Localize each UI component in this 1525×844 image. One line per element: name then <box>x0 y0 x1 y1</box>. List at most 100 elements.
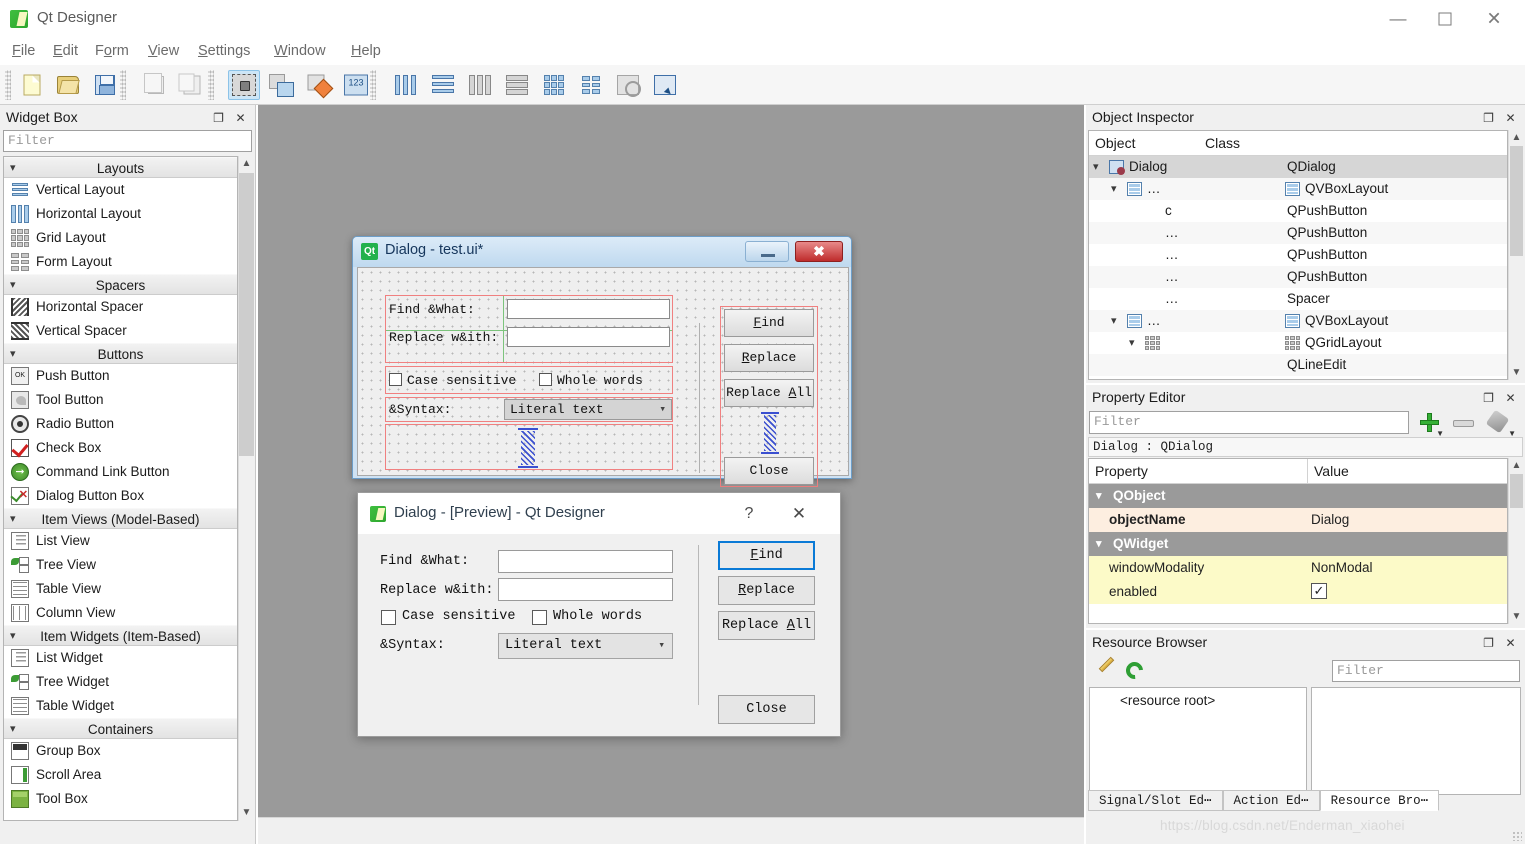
widget-group-layouts[interactable]: ▾ Layouts <box>4 157 237 178</box>
field-label-find-what[interactable]: Find &What: <box>389 302 475 317</box>
paste-button[interactable] <box>176 70 208 100</box>
widget-item-check-box[interactable]: Check Box <box>4 436 237 460</box>
edit-widgets-button[interactable] <box>228 70 260 100</box>
widget-box-filter-input[interactable]: Filter <box>3 130 252 152</box>
syntax-label[interactable]: &Syntax: <box>389 402 451 417</box>
object-inspector-float-button[interactable]: ❐ <box>1480 109 1497 126</box>
resource-preview-pane[interactable] <box>1311 687 1521 795</box>
remove-dynamic-property-button[interactable] <box>1452 410 1478 436</box>
chevron-down-icon[interactable]: ▾ <box>1096 532 1102 556</box>
menu-form[interactable]: Form <box>93 41 131 62</box>
whole-words-label[interactable]: Whole words <box>557 373 643 388</box>
configure-property-editor-button[interactable]: ▼ <box>1485 409 1516 438</box>
scroll-down-arrow-icon[interactable]: ▼ <box>239 805 254 821</box>
widget-box-list[interactable]: ▾ Layouts Vertical Layout Horizontal Layout… <box>3 156 238 821</box>
preview-help-button[interactable]: ? <box>736 503 762 525</box>
widget-item-group-box[interactable]: Group Box <box>4 739 237 763</box>
widget-item-grid-layout[interactable]: Grid Layout <box>4 226 237 250</box>
property-editor-filter-input[interactable]: Filter <box>1089 411 1409 434</box>
case-sensitive-checkbox[interactable] <box>389 373 402 386</box>
find-button[interactable]: Find <box>724 309 814 337</box>
preview-replace-all-button[interactable]: Replace All <box>718 611 815 640</box>
scrollbar-thumb[interactable] <box>1510 474 1523 508</box>
widget-item-column-view[interactable]: Column View <box>4 601 237 625</box>
widget-item-scroll-area[interactable]: Scroll Area <box>4 763 237 787</box>
preview-window-titlebar[interactable]: Dialog - [Preview] - Qt Designer ? ✕ <box>358 493 840 534</box>
break-layout-button[interactable] <box>612 70 644 100</box>
column-header-property[interactable]: Property <box>1089 459 1307 483</box>
vertical-spacer-left[interactable] <box>518 428 538 468</box>
widget-group-item-widgets-item-based[interactable]: ▾ Item Widgets (Item-Based) <box>4 625 237 646</box>
property-section-qwidget[interactable]: ▾ QWidget <box>1089 532 1507 556</box>
resource-tree-pane[interactable]: <resource root> <box>1089 687 1307 795</box>
preview-window[interactable]: Dialog - [Preview] - Qt Designer ? ✕ Fin… <box>357 492 841 737</box>
preview-close-button[interactable]: ✕ <box>786 503 812 525</box>
widget-item-table-view[interactable]: Table View <box>4 577 237 601</box>
whole-words-checkbox[interactable] <box>539 373 552 386</box>
property-row-windowModality[interactable]: windowModality NonModal <box>1089 556 1507 580</box>
widget-group-containers[interactable]: ▾ Containers <box>4 718 237 739</box>
scroll-down-arrow-icon[interactable]: ▼ <box>1509 365 1524 380</box>
object-inspector-row[interactable]: … QPushButton <box>1089 266 1507 288</box>
resource-browser-filter-input[interactable]: Filter <box>1332 660 1520 682</box>
tab-action-editor[interactable]: Action Ed⋯ <box>1222 790 1320 811</box>
scroll-up-arrow-icon[interactable]: ▲ <box>1509 458 1524 473</box>
object-inspector-row[interactable]: QLineEdit <box>1089 354 1507 376</box>
widget-item-table-widget[interactable]: Table Widget <box>4 694 237 718</box>
widget-item-dialog-button-box[interactable]: Dialog Button Box <box>4 483 237 508</box>
widget-item-vertical-spacer[interactable]: Vertical Spacer <box>4 319 237 343</box>
replace-button[interactable]: Replace <box>724 344 814 372</box>
menu-settings[interactable]: Settings <box>196 41 252 62</box>
object-inspector-row[interactable]: … QPushButton <box>1089 222 1507 244</box>
preview-whole-words-checkbox[interactable] <box>532 610 547 625</box>
widget-box-float-button[interactable]: ❐ <box>210 109 227 126</box>
edit-taborder-button[interactable]: 123 <box>340 70 372 100</box>
property-editor-table[interactable]: Property Value ▾ QObject objectName Dialog ▾… <box>1088 458 1508 624</box>
column-header-object[interactable]: Object <box>1089 131 1199 155</box>
object-inspector-row[interactable]: ▾ … QVBoxLayout <box>1089 178 1507 200</box>
replace-all-button[interactable]: Replace All <box>724 379 814 407</box>
tab-resource-browser[interactable]: Resource Bro⋯ <box>1319 790 1440 811</box>
resource-root-item[interactable]: <resource root> <box>1090 688 1306 708</box>
widget-item-push-button[interactable]: OK Push Button <box>4 364 237 388</box>
edit-resources-button[interactable] <box>1096 656 1118 682</box>
preview-replace-button[interactable]: Replace <box>718 576 815 605</box>
chevron-down-icon[interactable]: ▾ <box>1129 332 1135 354</box>
copy-button[interactable] <box>140 70 172 100</box>
edit-signals-button[interactable] <box>265 70 297 100</box>
reload-resources-button[interactable] <box>1122 658 1147 683</box>
widget-item-form-layout[interactable]: Form Layout <box>4 250 237 274</box>
object-inspector-row[interactable]: … QPushButton <box>1089 244 1507 266</box>
form-editor-window[interactable]: Qt Dialog - test.ui* ✖ Find &What: Repla… <box>352 236 852 487</box>
object-inspector-row[interactable]: … Spacer <box>1089 288 1507 310</box>
preview-replace-with-input[interactable] <box>498 578 673 601</box>
window-minimize-button[interactable]: — <box>1375 0 1421 38</box>
menu-file[interactable]: File <box>10 41 37 62</box>
chevron-down-icon[interactable]: ▾ <box>1111 310 1117 332</box>
edit-buddies-button[interactable] <box>303 70 335 100</box>
menu-help[interactable]: Help <box>349 41 383 62</box>
widget-item-list-widget[interactable]: List Widget <box>4 646 237 670</box>
widget-item-horizontal-spacer[interactable]: Horizontal Spacer <box>4 295 237 319</box>
layout-splitter-h-button[interactable] <box>464 70 496 100</box>
scroll-up-arrow-icon[interactable]: ▲ <box>239 156 254 172</box>
property-section-qobject[interactable]: ▾ QObject <box>1089 484 1507 508</box>
widget-item-command-link-button[interactable]: ➞ Command Link Button <box>4 460 237 484</box>
property-editor-float-button[interactable]: ❐ <box>1480 389 1497 406</box>
column-header-value[interactable]: Value <box>1307 459 1487 483</box>
property-editor-close-button[interactable]: ✕ <box>1502 389 1519 406</box>
window-close-button[interactable]: ✕ <box>1471 0 1517 38</box>
object-inspector-row[interactable]: ▾ QGridLayout <box>1089 332 1507 354</box>
add-dynamic-property-button[interactable]: ▼ <box>1418 410 1444 438</box>
scrollbar-thumb[interactable] <box>1510 146 1523 256</box>
field-label-replace-with[interactable]: Replace w&ith: <box>389 330 498 345</box>
widget-group-buttons[interactable]: ▾ Buttons <box>4 343 237 364</box>
open-form-button[interactable] <box>52 70 84 100</box>
form-close-button[interactable]: ✖ <box>795 241 843 262</box>
widget-item-tree-widget[interactable]: Tree Widget <box>4 670 237 694</box>
form-window-titlebar[interactable]: Qt Dialog - test.ui* ✖ <box>353 237 851 267</box>
new-form-button[interactable] <box>16 70 48 100</box>
widget-group-spacers[interactable]: ▾ Spacers <box>4 274 237 295</box>
layout-form-button[interactable] <box>575 70 607 100</box>
widget-item-tree-view[interactable]: Tree View <box>4 553 237 577</box>
